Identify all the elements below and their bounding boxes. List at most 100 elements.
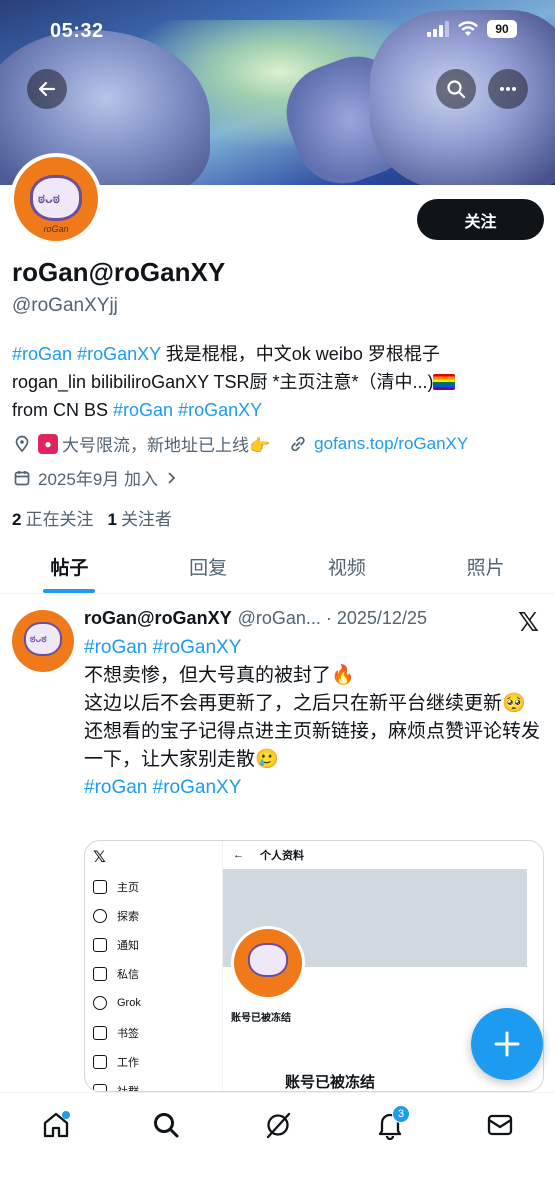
embed-header: ← 个人资料: [223, 841, 543, 869]
link-icon: [288, 434, 308, 454]
embed-nav-item: Grok: [93, 996, 141, 1010]
grok-icon: [266, 1112, 291, 1139]
nav-grok[interactable]: [258, 1105, 298, 1145]
chevron-right-icon: [168, 471, 176, 484]
post-text-line: 不想卖惨，但大号真的被封了🔥: [84, 665, 355, 686]
cellular-signal-icon: [427, 21, 449, 37]
embed-nav-item: 主页: [93, 879, 139, 895]
followers-label: 关注者: [120, 510, 172, 529]
followers-link[interactable]: 1 关注者: [107, 505, 171, 530]
more-horizontal-icon: [500, 87, 516, 91]
post-hashtags[interactable]: #roGan #roGanXY: [84, 634, 544, 662]
nav-search[interactable]: [146, 1105, 186, 1145]
notification-badge: 3: [392, 1105, 410, 1123]
arrow-left-icon: [38, 81, 56, 97]
tab-photos[interactable]: 照片: [416, 540, 555, 593]
profile-display-name: roGan@roGanXY: [12, 257, 226, 287]
embed-header-title: 个人资料: [260, 850, 304, 862]
embed-nav-item: 通知: [93, 937, 139, 953]
tab-videos[interactable]: 视频: [278, 540, 417, 593]
status-time: 05:32: [50, 20, 104, 42]
messages-icon: [487, 1114, 513, 1136]
embed-nav-label: 通知: [117, 940, 139, 952]
status-indicators: 90: [427, 20, 517, 38]
rainbow-flag-icon: [433, 374, 456, 390]
mail-icon: [93, 967, 107, 981]
profile-location: 大号限流，新地址已上线👉: [62, 436, 271, 455]
search-icon: [154, 1113, 179, 1138]
embed-frozen-heading: 账号已被冻结: [285, 1074, 376, 1091]
bookmark-icon: [93, 1026, 107, 1040]
avatar-image: ಠᴗಠ roGan: [14, 157, 98, 241]
profile-website-link[interactable]: gofans.top/roGanXY: [314, 434, 468, 454]
embed-nav-item: 探索: [93, 908, 139, 924]
embed-nav-item: 书签: [93, 1025, 139, 1041]
calendar-icon: [12, 468, 32, 488]
compose-post-button[interactable]: [471, 1008, 543, 1080]
avatar-logo-text: roGan: [43, 224, 69, 234]
embed-nav-item: 私信: [93, 966, 139, 982]
plus-icon: [494, 1031, 520, 1057]
profile-avatar[interactable]: ಠᴗಠ roGan: [10, 153, 102, 245]
avatar-scribble: ಠᴗಠ: [30, 634, 47, 645]
post-hashtags[interactable]: #roGan #roGanXY: [84, 774, 544, 802]
post-author-name[interactable]: roGan@roGanXY: [84, 608, 232, 629]
bio-text: from CN BS: [12, 400, 114, 420]
following-label: 正在关注: [25, 510, 94, 529]
post-author-handle-date: @roGan... · 2025/12/25: [237, 608, 427, 628]
bio-hashtag[interactable]: #roGan: [113, 400, 173, 420]
embed-nav-item: 工作: [93, 1054, 139, 1070]
search-button[interactable]: [436, 69, 476, 109]
profile-joined-date: 2025年9月 加入: [38, 470, 158, 489]
embed-avatar: [231, 926, 305, 1000]
battery-icon: 90: [487, 20, 517, 38]
embed-nav-label: Grok: [117, 997, 141, 1009]
embed-nav-label: 探索: [117, 911, 139, 923]
post-text-line: 还想看的宝子记得点进主页新链接，麻烦点赞评论转发一下，让大家别走散🥲: [84, 721, 541, 770]
more-button[interactable]: [488, 69, 528, 109]
bio-hashtag[interactable]: #roGanXY: [77, 344, 161, 364]
bottom-navigation: 3: [0, 1092, 555, 1200]
bio-hashtag[interactable]: #roGan: [12, 344, 72, 364]
follow-counts: 2 正在关注 1 关注者: [12, 505, 172, 530]
profile-tabs: 帖子 回复 视频 照片: [0, 540, 555, 594]
followers-count: 1: [107, 510, 117, 529]
location-icon: [12, 434, 32, 454]
embed-nav-label: 工作: [117, 1057, 139, 1069]
tab-replies[interactable]: 回复: [139, 540, 278, 593]
tab-posts[interactable]: 帖子: [0, 540, 139, 593]
embed-nav-label: 私信: [117, 969, 139, 981]
back-button[interactable]: [27, 69, 67, 109]
nav-home[interactable]: [36, 1105, 76, 1145]
profile-joined-row[interactable]: 2025年9月 加入: [12, 465, 178, 490]
post-body[interactable]: #roGan #roGanXY 不想卖惨，但大号真的被封了🔥 这边以后不会再更新…: [84, 634, 544, 802]
embed-nav-item: 社群: [93, 1083, 139, 1092]
embed-back-arrow-icon: ←: [233, 849, 244, 861]
nav-notifications[interactable]: 3: [370, 1105, 410, 1145]
bio-text: rogan_lin bilibiliroGanXY TSR厨 *主页注意*（清中…: [12, 372, 434, 392]
bell-icon: [93, 938, 107, 952]
following-count: 2: [12, 510, 22, 529]
post-header: roGan@roGanXY @roGan... · 2025/12/25: [84, 608, 504, 629]
post-author-avatar[interactable]: ಠᴗಠ: [12, 610, 74, 672]
profile-bio: #roGan #roGanXY 我是棍棍，中文ok weibo 罗根棍子 rog…: [12, 340, 542, 424]
briefcase-icon: [93, 1055, 107, 1069]
following-link[interactable]: 2 正在关注: [12, 505, 93, 530]
follow-button[interactable]: 关注: [417, 199, 544, 240]
bio-hashtag[interactable]: #roGanXY: [178, 400, 262, 420]
grok-icon: [93, 996, 107, 1010]
search-icon: [447, 80, 466, 99]
embed-nav-label: 书签: [117, 1028, 139, 1040]
post-text-line: 这边以后不会再更新了，之后只在新平台继续更新🥺: [84, 693, 526, 714]
status-bar: 05:32 90: [0, 0, 555, 62]
siren-icon: ●: [38, 433, 58, 454]
embed-nav-label: 主页: [117, 882, 139, 894]
nav-messages[interactable]: [480, 1105, 520, 1145]
community-icon: [93, 1084, 107, 1091]
wifi-icon: [458, 21, 478, 36]
search-icon: [93, 909, 107, 923]
embed-nav-label: 社群: [117, 1086, 139, 1092]
home-unread-dot: [62, 1111, 70, 1119]
bio-text: 我是棍棍，中文ok weibo 罗根棍子: [160, 344, 440, 364]
avatar-scribble: ಠᴗಠ: [38, 191, 60, 206]
